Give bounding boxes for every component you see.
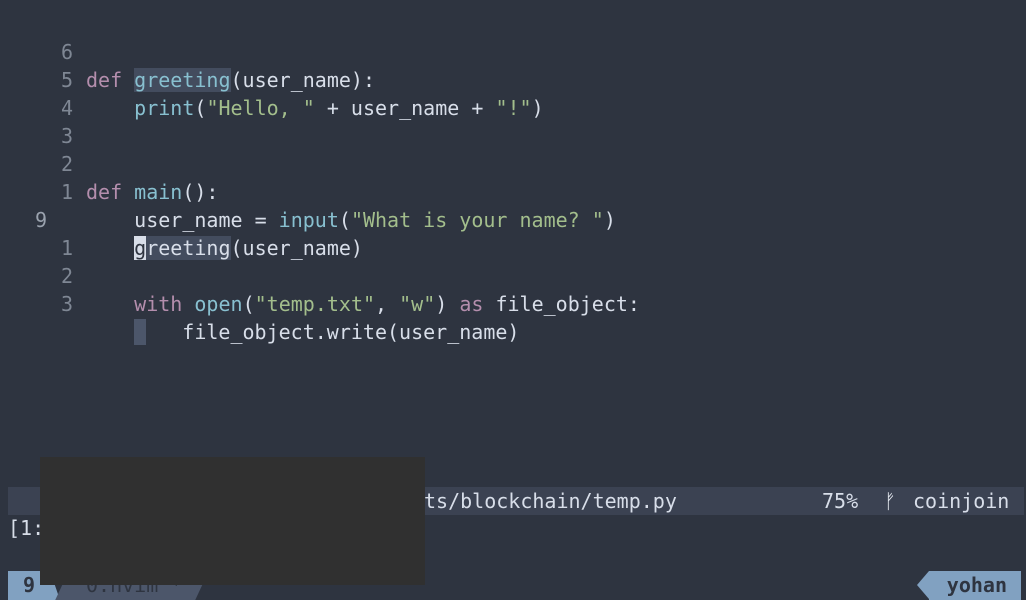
editor-buffer[interactable]: 6 def greeting(user_name): 5 print("Hell…	[0, 0, 1026, 486]
powerline-separator	[917, 571, 929, 599]
code-line[interactable]: 4	[0, 66, 73, 120]
line-number: 3	[60, 292, 73, 316]
file-path: ts/blockchain/temp.py	[424, 489, 677, 513]
code-line-current[interactable]: 9 greeting(user_name)	[0, 178, 363, 260]
tmux-hostname: yohan	[929, 571, 1021, 600]
code-line[interactable]: 3 file_object.write(user_name)	[0, 262, 519, 345]
code-line[interactable]: 1 user_name = input("What is your name? …	[0, 150, 616, 232]
code-line[interactable]: 3	[0, 94, 73, 148]
command-line[interactable]: [1:	[8, 514, 44, 542]
code-line[interactable]: 1	[0, 206, 73, 260]
git-branch-icon: ᚠ	[884, 489, 896, 513]
indent-guide	[134, 319, 147, 345]
code-line[interactable]: 6 def greeting(user_name):	[0, 10, 375, 92]
code-line[interactable]: 2 with open("temp.txt", "w") as file_obj…	[0, 234, 640, 316]
code-line[interactable]: 2 def main():	[0, 122, 219, 204]
git-branch: coinjoin	[913, 489, 1010, 513]
code-line[interactable]: 5 print("Hello, " + user_name + "!")	[0, 38, 544, 120]
text-cursor: g	[134, 236, 147, 260]
popup-overlay[interactable]	[40, 457, 425, 585]
scroll-percent: 75%	[822, 489, 859, 513]
